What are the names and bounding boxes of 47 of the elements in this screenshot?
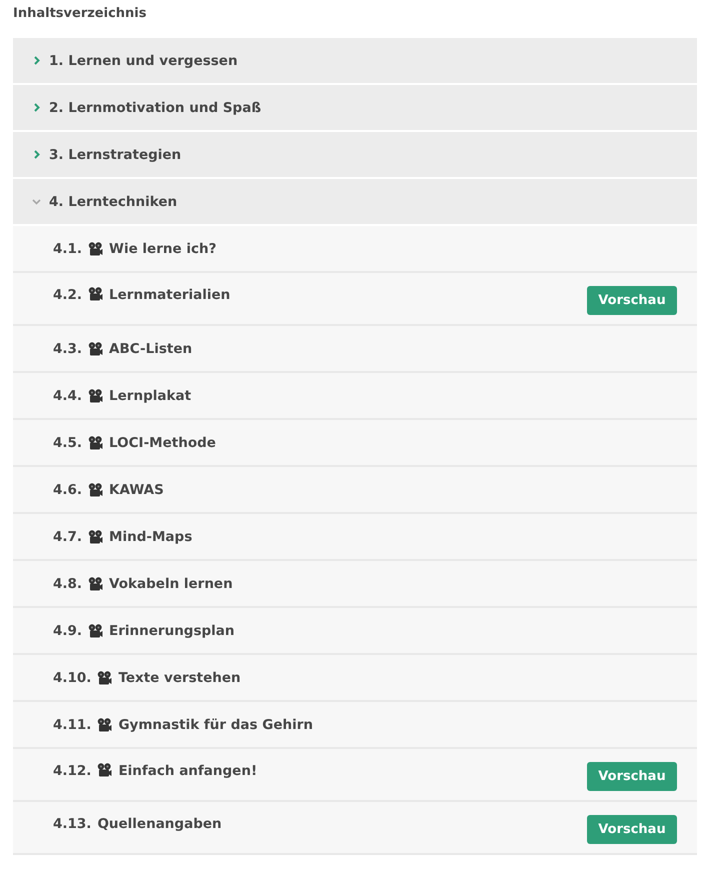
- lesson-title[interactable]: Erinnerungsplan: [109, 622, 235, 638]
- chapter-header[interactable]: 3. Lernstrategien: [13, 132, 697, 179]
- lesson-title[interactable]: Einfach anfangen!: [118, 763, 258, 779]
- film-camera-icon: [88, 287, 104, 301]
- lesson-number: 4.4.: [53, 388, 82, 404]
- section-heading: Inhaltsverzeichnis: [12, 5, 148, 23]
- film-camera-icon: [97, 670, 112, 684]
- lesson-number: 4.2.: [53, 287, 82, 303]
- lesson-number: 4.5.: [53, 434, 82, 450]
- chevron-down-icon: [32, 197, 41, 206]
- lesson-number: 4.8.: [53, 576, 82, 592]
- lesson-number: 4.9.: [53, 622, 82, 638]
- chevron-right-icon: [32, 56, 41, 65]
- chapter-header[interactable]: 4. Lerntechniken: [13, 179, 697, 226]
- lesson-number: 4.1.: [53, 240, 82, 256]
- chapter-header[interactable]: 1. Lernen und vergessen: [13, 38, 697, 85]
- lesson-title[interactable]: Vokabeln lernen: [109, 576, 233, 592]
- lesson-number: 4.3.: [53, 340, 82, 356]
- film-camera-icon: [88, 388, 104, 402]
- film-camera-icon: [88, 530, 104, 544]
- film-camera-icon: [88, 242, 104, 256]
- lesson-number: 4.6.: [53, 482, 82, 498]
- chevron-right-icon: [32, 103, 41, 112]
- lesson-title[interactable]: Mind-Maps: [109, 528, 192, 544]
- lesson-number: 4.11.: [53, 716, 92, 732]
- lesson-title[interactable]: Gymnastik für das Gehirn: [118, 716, 313, 732]
- lesson-number: 4.7.: [53, 528, 82, 544]
- lesson-title[interactable]: Wie lerne ich?: [109, 240, 216, 256]
- lesson-title[interactable]: Lernmaterialien: [109, 287, 230, 303]
- lesson-title[interactable]: KAWAS: [109, 482, 164, 498]
- lesson-number: 4.13.: [53, 816, 92, 832]
- film-camera-icon: [88, 624, 104, 638]
- film-camera-icon: [88, 342, 104, 356]
- lesson-number: 4.10.: [53, 670, 92, 686]
- lesson-title[interactable]: LOCI-Methode: [109, 434, 216, 450]
- film-camera-icon: [88, 482, 104, 496]
- film-camera-icon: [97, 718, 112, 732]
- lesson-title[interactable]: ABC-Listen: [109, 340, 192, 356]
- lesson-title[interactable]: Quellenangaben: [97, 816, 222, 832]
- chevron-right-icon: [32, 150, 41, 159]
- chapter-header[interactable]: 2. Lernmotivation und Spaß: [13, 85, 697, 132]
- lesson-number: 4.12.: [53, 763, 92, 779]
- lesson-title[interactable]: Texte verstehen: [118, 670, 241, 686]
- film-camera-icon: [97, 763, 112, 777]
- lesson-title[interactable]: Lernplakat: [109, 388, 192, 404]
- film-camera-icon: [88, 436, 104, 450]
- film-camera-icon: [88, 576, 104, 590]
